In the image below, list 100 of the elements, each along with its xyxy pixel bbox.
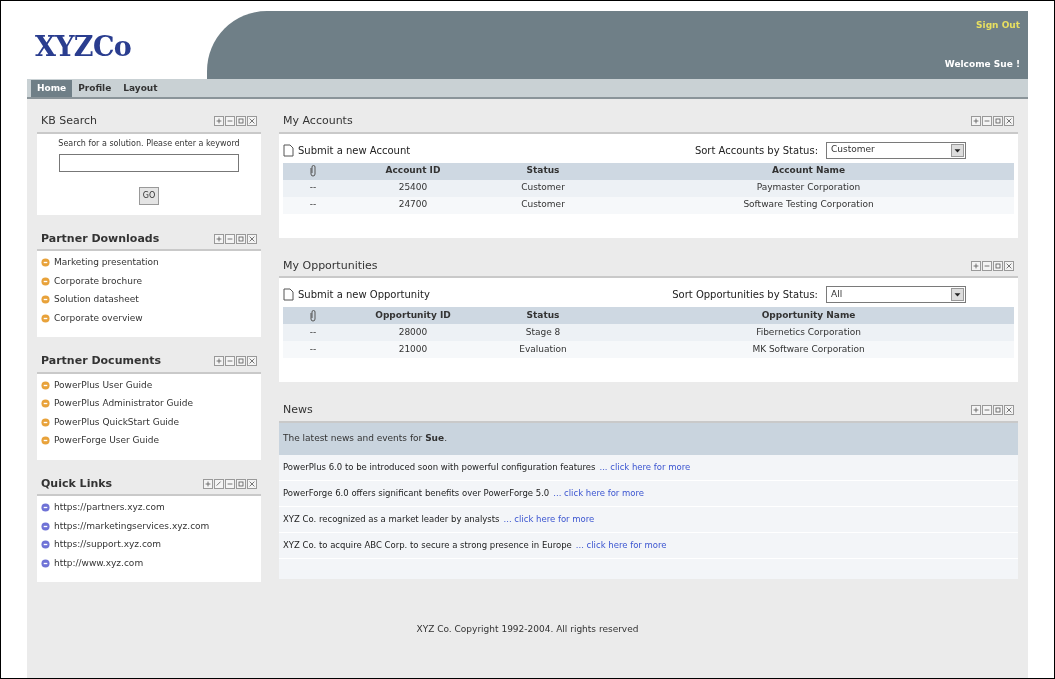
list-link[interactable]: Corporate overview xyxy=(54,311,143,325)
minimize-icon[interactable] xyxy=(982,116,992,127)
document-icon xyxy=(283,143,294,157)
column-header[interactable]: Account ID xyxy=(343,162,483,180)
bullet-icon xyxy=(41,436,50,446)
search-field[interactable] xyxy=(59,153,239,172)
nav-tab[interactable]: Home xyxy=(31,80,73,97)
caret-icon xyxy=(951,143,964,157)
more-link[interactable]: ... click here for more xyxy=(503,512,595,526)
news-item: XYZ Co. to acquire ABC Corp. to secure a strong presence in Europe xyxy=(283,538,572,552)
minimize-icon[interactable] xyxy=(982,405,992,416)
table-cell: 28000 xyxy=(343,324,483,341)
plus-icon[interactable] xyxy=(971,116,981,127)
table-cell: Evaluation xyxy=(483,341,603,358)
restore-icon[interactable] xyxy=(993,260,1003,271)
restore-icon[interactable] xyxy=(236,356,246,367)
nav-tab[interactable]: Profile xyxy=(72,80,118,97)
plus-icon[interactable] xyxy=(214,356,224,367)
go-button[interactable]: GO xyxy=(139,186,159,205)
minimize-icon[interactable] xyxy=(225,116,235,127)
list-link[interactable]: Corporate brochure xyxy=(54,274,142,288)
status-dropdown[interactable]: All xyxy=(826,286,966,303)
panel-title: Quick Links xyxy=(41,475,113,492)
column-header[interactable]: Account Name xyxy=(603,162,1014,180)
restore-icon[interactable] xyxy=(993,405,1003,416)
list-link[interactable]: PowerForge User Guide xyxy=(54,434,160,448)
bullet-icon xyxy=(41,380,50,390)
list-link[interactable]: PowerPlus User Guide xyxy=(54,378,153,392)
bullet-icon xyxy=(41,276,50,286)
panel-title: Partner Documents xyxy=(41,353,162,369)
bullet-icon xyxy=(41,558,50,568)
list-link[interactable]: Solution datasheet xyxy=(54,293,139,307)
close-icon[interactable] xyxy=(1004,260,1014,271)
close-icon[interactable] xyxy=(247,233,257,244)
plus-icon[interactable] xyxy=(971,405,981,416)
panel-title: KB Search xyxy=(41,113,98,129)
document-icon xyxy=(283,288,294,301)
minimize-icon[interactable] xyxy=(225,356,235,367)
list-link[interactable]: Marketing presentation xyxy=(54,256,159,270)
close-icon[interactable] xyxy=(247,478,257,489)
copyright-text: XYZ Co. Copyright 1992-2004. All rights reserved xyxy=(416,623,639,637)
news-item: PowerForge 6.0 offers significant benefits over PowerForge 5.0 xyxy=(283,486,550,500)
column-header[interactable]: Opportunity ID xyxy=(343,307,483,324)
bullet-icon xyxy=(41,258,50,268)
close-icon[interactable] xyxy=(1004,116,1014,127)
search-prompt: Search for a solution. Please enter a keyword xyxy=(58,137,240,150)
list-link[interactable]: PowerPlus Administrator Guide xyxy=(54,397,194,411)
restore-icon[interactable] xyxy=(236,233,246,244)
sort-label: Sort Opportunities by Status: xyxy=(672,288,818,302)
minimize-icon[interactable] xyxy=(225,233,235,244)
caret-icon xyxy=(951,288,964,301)
paperclip-icon xyxy=(309,309,317,322)
bullet-icon xyxy=(41,540,50,550)
more-link[interactable]: ... click here for more xyxy=(575,538,667,552)
table-cell: -- xyxy=(283,341,343,358)
column-header[interactable]: Status xyxy=(483,162,603,180)
restore-icon[interactable] xyxy=(993,116,1003,127)
close-icon[interactable] xyxy=(247,116,257,127)
paperclip-icon xyxy=(309,165,317,177)
panel-title: News xyxy=(283,402,313,418)
plus-icon[interactable] xyxy=(214,116,224,127)
panel-title: Partner Downloads xyxy=(41,230,160,247)
restore-icon[interactable] xyxy=(236,116,246,127)
close-icon[interactable] xyxy=(247,356,257,367)
list-link[interactable]: https://partners.xyz.com xyxy=(54,501,165,515)
bullet-icon xyxy=(41,295,50,305)
minimize-icon[interactable] xyxy=(982,260,992,271)
close-icon[interactable] xyxy=(1004,405,1014,416)
news-item: XYZ Co. recognized as a market leader by analysts xyxy=(283,512,500,526)
more-link[interactable]: ... click here for more xyxy=(553,486,645,500)
plus-icon[interactable] xyxy=(214,233,224,244)
plus-icon[interactable] xyxy=(203,478,213,489)
plus-icon[interactable] xyxy=(971,260,981,271)
table-cell: -- xyxy=(283,324,343,341)
minimize-icon[interactable] xyxy=(225,478,235,489)
bullet-icon xyxy=(41,313,50,323)
list-link[interactable]: https://marketingservices.xyz.com xyxy=(54,519,210,533)
submit-link[interactable]: Submit a new Account xyxy=(298,142,411,158)
bullet-icon xyxy=(41,417,50,427)
panel-title: My Opportunities xyxy=(283,257,378,274)
list-link[interactable]: http://www.xyz.com xyxy=(54,556,144,570)
bullet-icon xyxy=(41,399,50,409)
column-header[interactable]: Status xyxy=(483,307,603,324)
table-cell: Fibernetics Corporation xyxy=(603,324,1014,341)
list-link[interactable]: PowerPlus QuickStart Guide xyxy=(54,415,180,429)
submit-link[interactable]: Submit a new Opportunity xyxy=(298,287,430,302)
list-link[interactable]: https://support.xyz.com xyxy=(54,538,162,552)
table-cell: Stage 8 xyxy=(483,324,603,341)
nav-tab[interactable]: Layout xyxy=(117,80,164,97)
restore-icon[interactable] xyxy=(236,478,246,489)
news-intro: The latest news and events for Sue. xyxy=(279,422,1018,455)
bullet-icon xyxy=(41,521,50,531)
table-cell: 21000 xyxy=(343,341,483,358)
more-link[interactable]: ... click here for more xyxy=(599,460,691,474)
bullet-icon xyxy=(41,503,50,513)
column-header[interactable]: Opportunity Name xyxy=(603,307,1014,324)
edit-icon[interactable] xyxy=(214,478,224,489)
status-dropdown[interactable]: Customer xyxy=(826,141,966,159)
panel-title: My Accounts xyxy=(283,113,353,129)
welcome-text: Welcome Sue ! xyxy=(944,57,1020,71)
